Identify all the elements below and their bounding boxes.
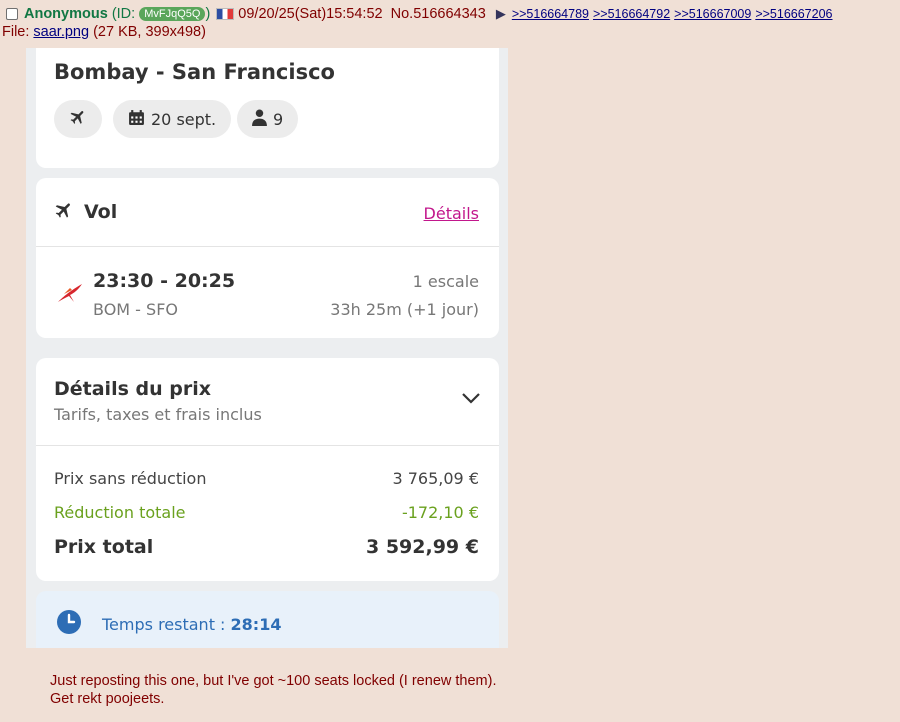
post-number[interactable]: No.516664343 xyxy=(391,6,486,22)
flight-duration: 33h 25m (+1 jour) xyxy=(330,300,479,319)
date-pill: 20 sept. xyxy=(113,100,232,138)
discount-value: -172,10 € xyxy=(401,503,479,522)
time-remaining-value: 28:14 xyxy=(230,615,282,634)
clock-icon xyxy=(56,609,82,639)
passenger-count: 9 xyxy=(273,109,284,129)
total-price-value: 3 592,99 € xyxy=(366,536,479,558)
trip-type-pill xyxy=(54,100,102,138)
discount-label: Réduction totale xyxy=(54,503,186,522)
reply-link[interactable]: >>516667206 xyxy=(755,7,832,21)
file-prefix: File: xyxy=(2,24,34,40)
poster-id-prefix: (ID: xyxy=(111,6,140,23)
flight-airports: BOM - SFO xyxy=(93,300,178,319)
reply-link[interactable]: >>516664792 xyxy=(593,7,670,21)
plane-icon xyxy=(54,200,74,224)
reply-link[interactable]: >>516664789 xyxy=(512,7,589,21)
post-datetime: 09/20/25(Sat)15:54:52 xyxy=(238,6,383,23)
flight-header: Vol xyxy=(54,200,117,224)
flight-section-label: Vol xyxy=(84,201,118,223)
flight-card: Vol Détails 23:30 - 20:25 BOM - SFO 1 es… xyxy=(36,178,499,338)
time-remaining-label: Temps restant : xyxy=(102,615,231,634)
route-card: Bombay - San Francisco 20 sept. 9 xyxy=(36,48,499,168)
flight-times: 23:30 - 20:25 xyxy=(93,270,236,292)
price-subtitle: Tarifs, taxes et frais inclus xyxy=(54,405,262,424)
base-price-value: 3 765,09 € xyxy=(392,469,479,488)
route-title: Bombay - San Francisco xyxy=(54,60,335,84)
flight-stops: 1 escale xyxy=(412,272,479,291)
price-card: Détails du prix Tarifs, taxes et frais i… xyxy=(36,358,499,581)
details-link[interactable]: Détails xyxy=(424,204,479,223)
poster-id[interactable]: MvFJqQ5Q xyxy=(139,7,206,22)
person-icon xyxy=(252,109,267,130)
time-remaining-bar: Temps restant : 28:14 xyxy=(36,591,499,648)
reply-link[interactable]: >>516667009 xyxy=(674,7,751,21)
price-title: Détails du prix xyxy=(54,378,211,400)
poster-id-suffix: ) xyxy=(205,6,211,23)
post-comment: Just reposting this one, but I've got ~1… xyxy=(50,672,496,708)
file-info: File: saar.png (27 KB, 399x498) xyxy=(2,24,206,40)
comment-line: Just reposting this one, but I've got ~1… xyxy=(50,673,497,689)
chevron-down-icon[interactable] xyxy=(461,390,481,409)
post-menu-arrow-icon[interactable]: ▶ xyxy=(496,6,506,21)
post-header: Anonymous (ID: MvFJqQ5Q) 09/20/25(Sat)15:… xyxy=(6,4,900,24)
post-checkbox[interactable] xyxy=(6,8,18,21)
plane-icon xyxy=(69,108,87,130)
date-label: 20 sept. xyxy=(151,109,217,129)
divider xyxy=(36,246,499,247)
divider xyxy=(36,445,499,446)
total-price-label: Prix total xyxy=(54,536,154,558)
passengers-pill: 9 xyxy=(237,100,299,138)
calendar-icon xyxy=(128,109,145,130)
attached-image[interactable]: Bombay - San Francisco 20 sept. 9 Vol Dé… xyxy=(26,48,508,648)
poster-name: Anonymous xyxy=(24,6,108,23)
airline-logo-icon xyxy=(56,282,84,308)
file-link[interactable]: saar.png xyxy=(33,24,89,40)
comment-line: Get rekt poojeets. xyxy=(50,691,165,707)
file-details: (27 KB, 399x498) xyxy=(89,24,206,40)
flag-france-icon xyxy=(216,8,235,21)
time-remaining: Temps restant : 28:14 xyxy=(102,615,281,634)
base-price-label: Prix sans réduction xyxy=(54,469,207,488)
